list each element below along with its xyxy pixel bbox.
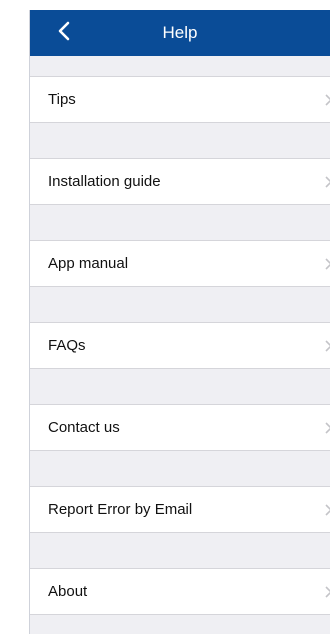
menu-item-report-error-by-email[interactable]: Report Error by Email [30,486,330,533]
menu-item-tips[interactable]: Tips [30,76,330,123]
chevron-right-icon [324,503,330,517]
menu-item-app-manual[interactable]: App manual [30,240,330,287]
nav-bar: Help [30,10,330,56]
menu-item-contact-us[interactable]: Contact us [30,404,330,451]
menu-item-label: About [48,583,88,600]
menu-item-label: FAQs [48,337,86,354]
chevron-right-icon [324,93,330,107]
chevron-right-icon [324,175,330,189]
menu-item-label: Tips [48,91,76,108]
menu-item-about[interactable]: About [30,568,330,615]
menu-item-label: App manual [48,255,129,272]
chevron-left-icon [57,21,71,46]
chevron-right-icon [324,257,330,271]
help-screen: Help Tips Installation guide App manual … [30,10,330,634]
chevron-right-icon [324,339,330,353]
chevron-right-icon [324,421,330,435]
back-button[interactable] [50,19,78,47]
help-menu-list: Tips Installation guide App manual FAQs … [30,56,330,634]
menu-item-label: Report Error by Email [48,501,193,518]
menu-item-installation-guide[interactable]: Installation guide [30,158,330,205]
menu-item-faqs[interactable]: FAQs [30,322,330,369]
chevron-right-icon [324,585,330,599]
menu-item-label: Installation guide [48,173,161,190]
menu-item-label: Contact us [48,419,120,436]
